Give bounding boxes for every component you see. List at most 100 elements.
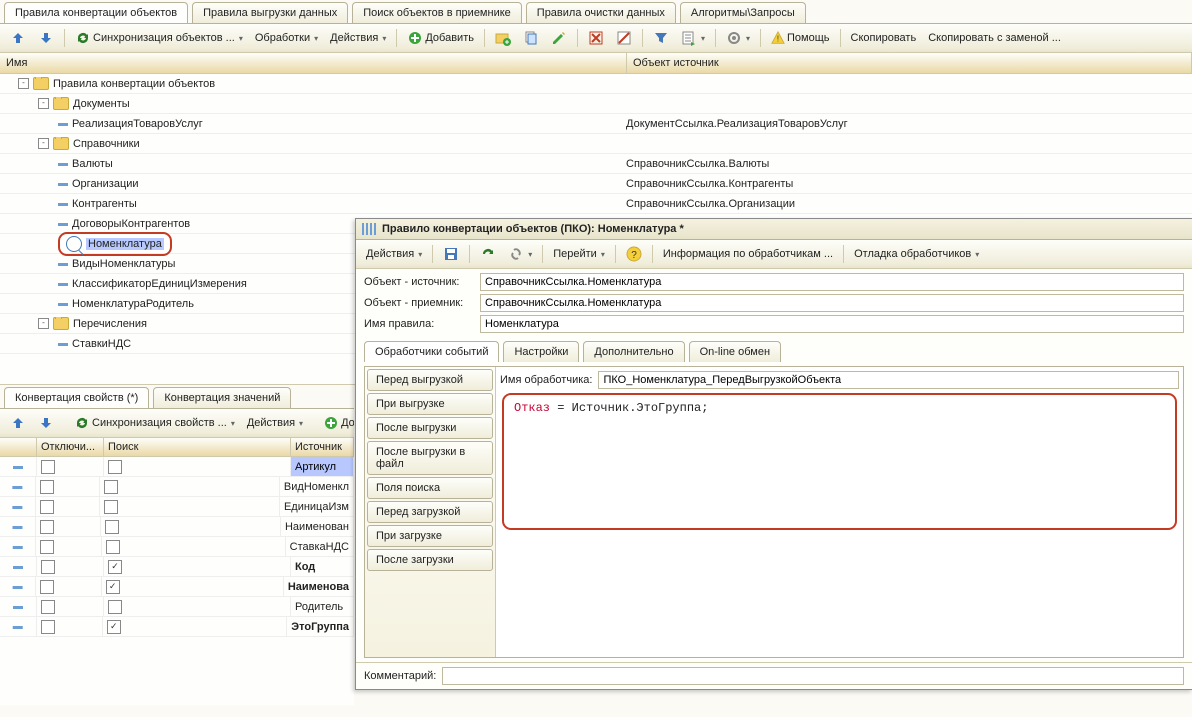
- tab-object-conversion-rules[interactable]: Правила конвертации объектов: [4, 2, 188, 23]
- search-checkbox[interactable]: [105, 520, 119, 534]
- tree-row[interactable]: ▬ОрганизацииСправочникСсылка.Контрагенты: [0, 174, 1192, 194]
- tree-row[interactable]: ▬РеализацияТоваровУслугДокументСсылка.Ре…: [0, 114, 1192, 134]
- comment-input[interactable]: [442, 667, 1184, 685]
- tab-property-conversion[interactable]: Конвертация свойств (*): [4, 387, 149, 408]
- col-source[interactable]: Объект источник: [627, 53, 1192, 73]
- search-checkbox[interactable]: [104, 480, 118, 494]
- disable-checkbox[interactable]: [41, 600, 55, 614]
- tree-row[interactable]: -Документы: [0, 94, 1192, 114]
- grid-row[interactable]: ▬Артикул: [0, 457, 354, 477]
- search-checkbox[interactable]: ✓: [106, 580, 120, 594]
- disable-checkbox[interactable]: [40, 480, 54, 494]
- tab-settings[interactable]: Настройки: [503, 341, 579, 362]
- grid-row[interactable]: ▬Родитель: [0, 597, 354, 617]
- disable-checkbox[interactable]: [40, 520, 54, 534]
- hook-button[interactable]: После выгрузки: [367, 417, 493, 439]
- actions-button[interactable]: Действия: [326, 29, 390, 47]
- col-search[interactable]: Поиск: [104, 438, 291, 456]
- code-editor[interactable]: Отказ = Источник.ЭтоГруппа;: [502, 393, 1177, 530]
- tab-event-handlers[interactable]: Обработчики событий: [364, 341, 499, 362]
- grid-row[interactable]: ▬ЕдиницаИзм: [0, 497, 354, 517]
- disable-checkbox[interactable]: [40, 580, 54, 594]
- refresh-icon[interactable]: [476, 243, 500, 265]
- selected-item[interactable]: Номенклатура: [58, 232, 172, 256]
- dialog-actions-button[interactable]: Действия: [362, 245, 426, 263]
- goto-button[interactable]: Перейти: [549, 245, 609, 263]
- grid-row[interactable]: ▬✓Наименова: [0, 577, 354, 597]
- hook-button[interactable]: Перед выгрузкой: [367, 369, 493, 391]
- hook-button[interactable]: После загрузки: [367, 549, 493, 571]
- tab-value-conversion[interactable]: Конвертация значений: [153, 387, 291, 408]
- properties-grid[interactable]: Отключи... Поиск Источник ▬Артикул▬ВидНо…: [0, 438, 354, 705]
- strike-icon[interactable]: [612, 27, 636, 49]
- tab-export-rules[interactable]: Правила выгрузки данных: [192, 2, 348, 23]
- tab-cleanup-rules[interactable]: Правила очистки данных: [526, 2, 676, 23]
- expand-icon[interactable]: -: [18, 78, 29, 89]
- expand-icon[interactable]: -: [38, 318, 49, 329]
- tab-online-exchange[interactable]: On-line обмен: [689, 341, 781, 362]
- sync-properties-button[interactable]: Синхронизация свойств ...: [70, 412, 239, 434]
- help-button[interactable]: !Помощь: [767, 28, 834, 48]
- col-disable[interactable]: Отключи...: [37, 438, 104, 456]
- save-icon[interactable]: [439, 243, 463, 265]
- expand-icon[interactable]: -: [38, 138, 49, 149]
- expand-icon[interactable]: -: [38, 98, 49, 109]
- lower-add-button[interactable]: Добавить: [319, 412, 354, 434]
- handler-info-button[interactable]: Информация по обработчикам ...: [659, 245, 837, 263]
- source-object-input[interactable]: [480, 273, 1184, 291]
- handler-name-input[interactable]: [598, 371, 1179, 389]
- grid-row[interactable]: ▬✓ЭтоГруппа: [0, 617, 354, 637]
- search-checkbox[interactable]: [108, 600, 122, 614]
- hook-button[interactable]: При загрузке: [367, 525, 493, 547]
- disable-checkbox[interactable]: [40, 500, 54, 514]
- help-icon[interactable]: ?: [622, 243, 646, 265]
- search-checkbox[interactable]: ✓: [107, 620, 121, 634]
- delete-icon[interactable]: [584, 27, 608, 49]
- grid-row[interactable]: ▬СтавкаНДС: [0, 537, 354, 557]
- grid-row[interactable]: ▬ВидНоменкл: [0, 477, 354, 497]
- copy-button[interactable]: Скопировать: [847, 29, 921, 47]
- disable-checkbox[interactable]: [40, 540, 54, 554]
- processors-button[interactable]: Обработки: [251, 29, 322, 47]
- rule-name-input[interactable]: [480, 315, 1184, 333]
- search-checkbox[interactable]: [108, 460, 122, 474]
- search-checkbox[interactable]: [104, 500, 118, 514]
- settings-icon[interactable]: [722, 27, 754, 49]
- col-name[interactable]: Имя: [0, 53, 627, 73]
- disable-checkbox[interactable]: [41, 560, 55, 574]
- search-checkbox[interactable]: [106, 540, 120, 554]
- hook-button[interactable]: После выгрузки в файл: [367, 441, 493, 475]
- up-arrow-icon[interactable]: [6, 27, 30, 49]
- tree-row[interactable]: ▬КонтрагентыСправочникСсылка.Организации: [0, 194, 1192, 214]
- hook-button[interactable]: Поля поиска: [367, 477, 493, 499]
- dialog-title-bar[interactable]: Правило конвертации объектов (ПКО): Номе…: [356, 219, 1192, 240]
- col-source[interactable]: Источник: [291, 438, 354, 456]
- grid-row[interactable]: ▬Наименован: [0, 517, 354, 537]
- grid-row[interactable]: ▬✓Код: [0, 557, 354, 577]
- disable-checkbox[interactable]: [41, 620, 55, 634]
- sync-objects-button[interactable]: Синхронизация объектов ...: [71, 27, 247, 49]
- debug-handlers-button[interactable]: Отладка обработчиков: [850, 245, 983, 263]
- disable-checkbox[interactable]: [41, 460, 55, 474]
- target-object-input[interactable]: [480, 294, 1184, 312]
- tree-row[interactable]: ▬ВалютыСправочникСсылка.Валюты: [0, 154, 1192, 174]
- link-icon[interactable]: [504, 243, 536, 265]
- edit-icon[interactable]: [547, 27, 571, 49]
- copy-icon[interactable]: [519, 27, 543, 49]
- tree-row[interactable]: -Правила конвертации объектов: [0, 74, 1192, 94]
- tab-additional[interactable]: Дополнительно: [583, 341, 684, 362]
- up-arrow-icon[interactable]: [6, 412, 30, 434]
- filter-icon[interactable]: [649, 27, 673, 49]
- search-checkbox[interactable]: ✓: [108, 560, 122, 574]
- down-arrow-icon[interactable]: [34, 27, 58, 49]
- hook-button[interactable]: При выгрузке: [367, 393, 493, 415]
- tab-algorithms[interactable]: Алгоритмы\Запросы: [680, 2, 806, 23]
- copy-replace-button[interactable]: Скопировать с заменой ...: [924, 29, 1065, 47]
- hook-button[interactable]: Перед загрузкой: [367, 501, 493, 523]
- export-list-icon[interactable]: [677, 27, 709, 49]
- tab-object-search[interactable]: Поиск объектов в приемнике: [352, 2, 522, 23]
- down-arrow-icon[interactable]: [34, 412, 58, 434]
- tree-row[interactable]: -Справочники: [0, 134, 1192, 154]
- lower-actions-button[interactable]: Действия: [243, 414, 307, 432]
- add-folder-icon[interactable]: [491, 27, 515, 49]
